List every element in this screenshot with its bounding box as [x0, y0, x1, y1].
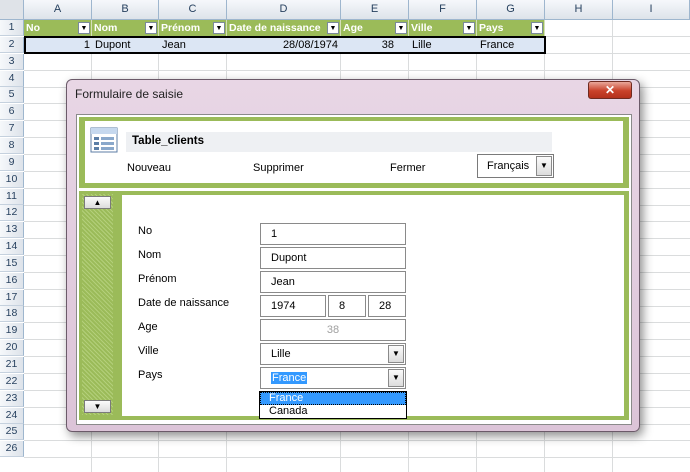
row-header-22[interactable]: 22: [0, 373, 24, 390]
age-field: 38: [260, 319, 406, 341]
grid-line: [24, 440, 690, 442]
close-form-button[interactable]: Fermer: [390, 162, 425, 174]
column-header-i[interactable]: I: [613, 0, 690, 20]
label-prenom: Prénom: [138, 273, 177, 285]
chevron-down-icon[interactable]: ▼: [536, 156, 552, 176]
row-header-16[interactable]: 16: [0, 272, 24, 289]
scroll-up-button[interactable]: ▲: [84, 196, 111, 209]
column-header-a[interactable]: A: [24, 0, 92, 20]
chevron-down-icon[interactable]: ▼: [388, 345, 404, 363]
pays-select[interactable]: France ▼: [260, 367, 406, 389]
option-france[interactable]: France: [260, 392, 406, 405]
pays-value: France: [271, 372, 308, 384]
label-date: Date de naissance: [138, 297, 230, 309]
option-canada[interactable]: Canada: [260, 405, 406, 418]
row-header-2[interactable]: 2: [0, 36, 24, 53]
ville-value: Lille: [271, 348, 291, 360]
row-header-9[interactable]: 9: [0, 154, 24, 171]
delete-button[interactable]: Supprimer: [253, 162, 304, 174]
row-header-17[interactable]: 17: [0, 289, 24, 306]
label-nom: Nom: [138, 249, 162, 261]
row-header-4[interactable]: 4: [0, 70, 24, 87]
column-header-d[interactable]: D: [227, 0, 341, 20]
row-header-25[interactable]: 25: [0, 424, 24, 441]
row-header-26[interactable]: 26: [0, 441, 24, 458]
row-header-18[interactable]: 18: [0, 306, 24, 323]
table-name-label: Table_clients: [132, 135, 205, 147]
label-no: No: [138, 225, 153, 237]
row-header-3[interactable]: 3: [0, 53, 24, 70]
row-header-14[interactable]: 14: [0, 239, 24, 256]
row-header-7[interactable]: 7: [0, 121, 24, 138]
row-header-5[interactable]: 5: [0, 87, 24, 104]
birth-year-field[interactable]: 1974: [260, 295, 326, 317]
birth-day-field[interactable]: 28: [368, 295, 406, 317]
record-scrollbar[interactable]: [82, 194, 113, 415]
filter-dropdown-pays[interactable]: ▼: [531, 22, 543, 34]
filter-dropdown-date[interactable]: ▼: [327, 22, 339, 34]
selected-row-border: [24, 36, 546, 54]
label-ville: Ville: [138, 345, 159, 357]
filter-dropdown-age[interactable]: ▼: [395, 22, 407, 34]
grid-line: [24, 457, 690, 459]
birth-month-field[interactable]: 8: [328, 295, 366, 317]
row-header-23[interactable]: 23: [0, 390, 24, 407]
row-header-19[interactable]: 19: [0, 323, 24, 340]
chevron-down-icon[interactable]: ▼: [388, 369, 404, 387]
row-header-13[interactable]: 13: [0, 222, 24, 239]
row-header-10[interactable]: 10: [0, 171, 24, 188]
language-value: Français: [487, 160, 530, 172]
column-header-e[interactable]: E: [341, 0, 409, 20]
row-header-21[interactable]: 21: [0, 357, 24, 373]
column-header-f[interactable]: F: [409, 0, 477, 20]
column-header-b[interactable]: B: [92, 0, 159, 20]
row-header-11[interactable]: 11: [0, 188, 24, 205]
no-field[interactable]: 1: [260, 223, 406, 245]
filter-dropdown-no[interactable]: ▼: [78, 22, 90, 34]
row-header-24[interactable]: 24: [0, 407, 24, 424]
row-header-20[interactable]: 20: [0, 340, 24, 357]
table-header-date[interactable]: Date de naissance: [227, 20, 341, 36]
row-header-6[interactable]: 6: [0, 104, 24, 121]
prenom-field[interactable]: Jean: [260, 271, 406, 293]
ville-select[interactable]: Lille ▼: [260, 343, 406, 365]
filter-dropdown-ville[interactable]: ▼: [463, 22, 475, 34]
table-form-icon: [90, 127, 118, 153]
label-age: Age: [138, 321, 158, 333]
filter-dropdown-nom[interactable]: ▼: [145, 22, 157, 34]
row-header-1[interactable]: 1: [0, 20, 24, 36]
pays-dropdown-list: France Canada: [259, 391, 407, 419]
row-header-8[interactable]: 8: [0, 137, 24, 154]
column-header-g[interactable]: G: [477, 0, 545, 20]
language-select[interactable]: Français ▼: [477, 154, 554, 178]
column-header-h[interactable]: H: [545, 0, 613, 20]
row-header-12[interactable]: 12: [0, 205, 24, 222]
grid-line: [24, 69, 690, 71]
select-all-corner[interactable]: [0, 0, 24, 20]
nom-field[interactable]: Dupont: [260, 247, 406, 269]
column-header-c[interactable]: C: [159, 0, 227, 20]
new-button[interactable]: Nouveau: [127, 162, 171, 174]
label-pays: Pays: [138, 369, 163, 381]
row-header-15[interactable]: 15: [0, 255, 24, 272]
dialog-content: Table_clients Nouveau Supprimer Fermer F…: [66, 79, 640, 432]
scroll-down-button[interactable]: ▼: [84, 400, 111, 413]
filter-dropdown-prenom[interactable]: ▼: [213, 22, 225, 34]
